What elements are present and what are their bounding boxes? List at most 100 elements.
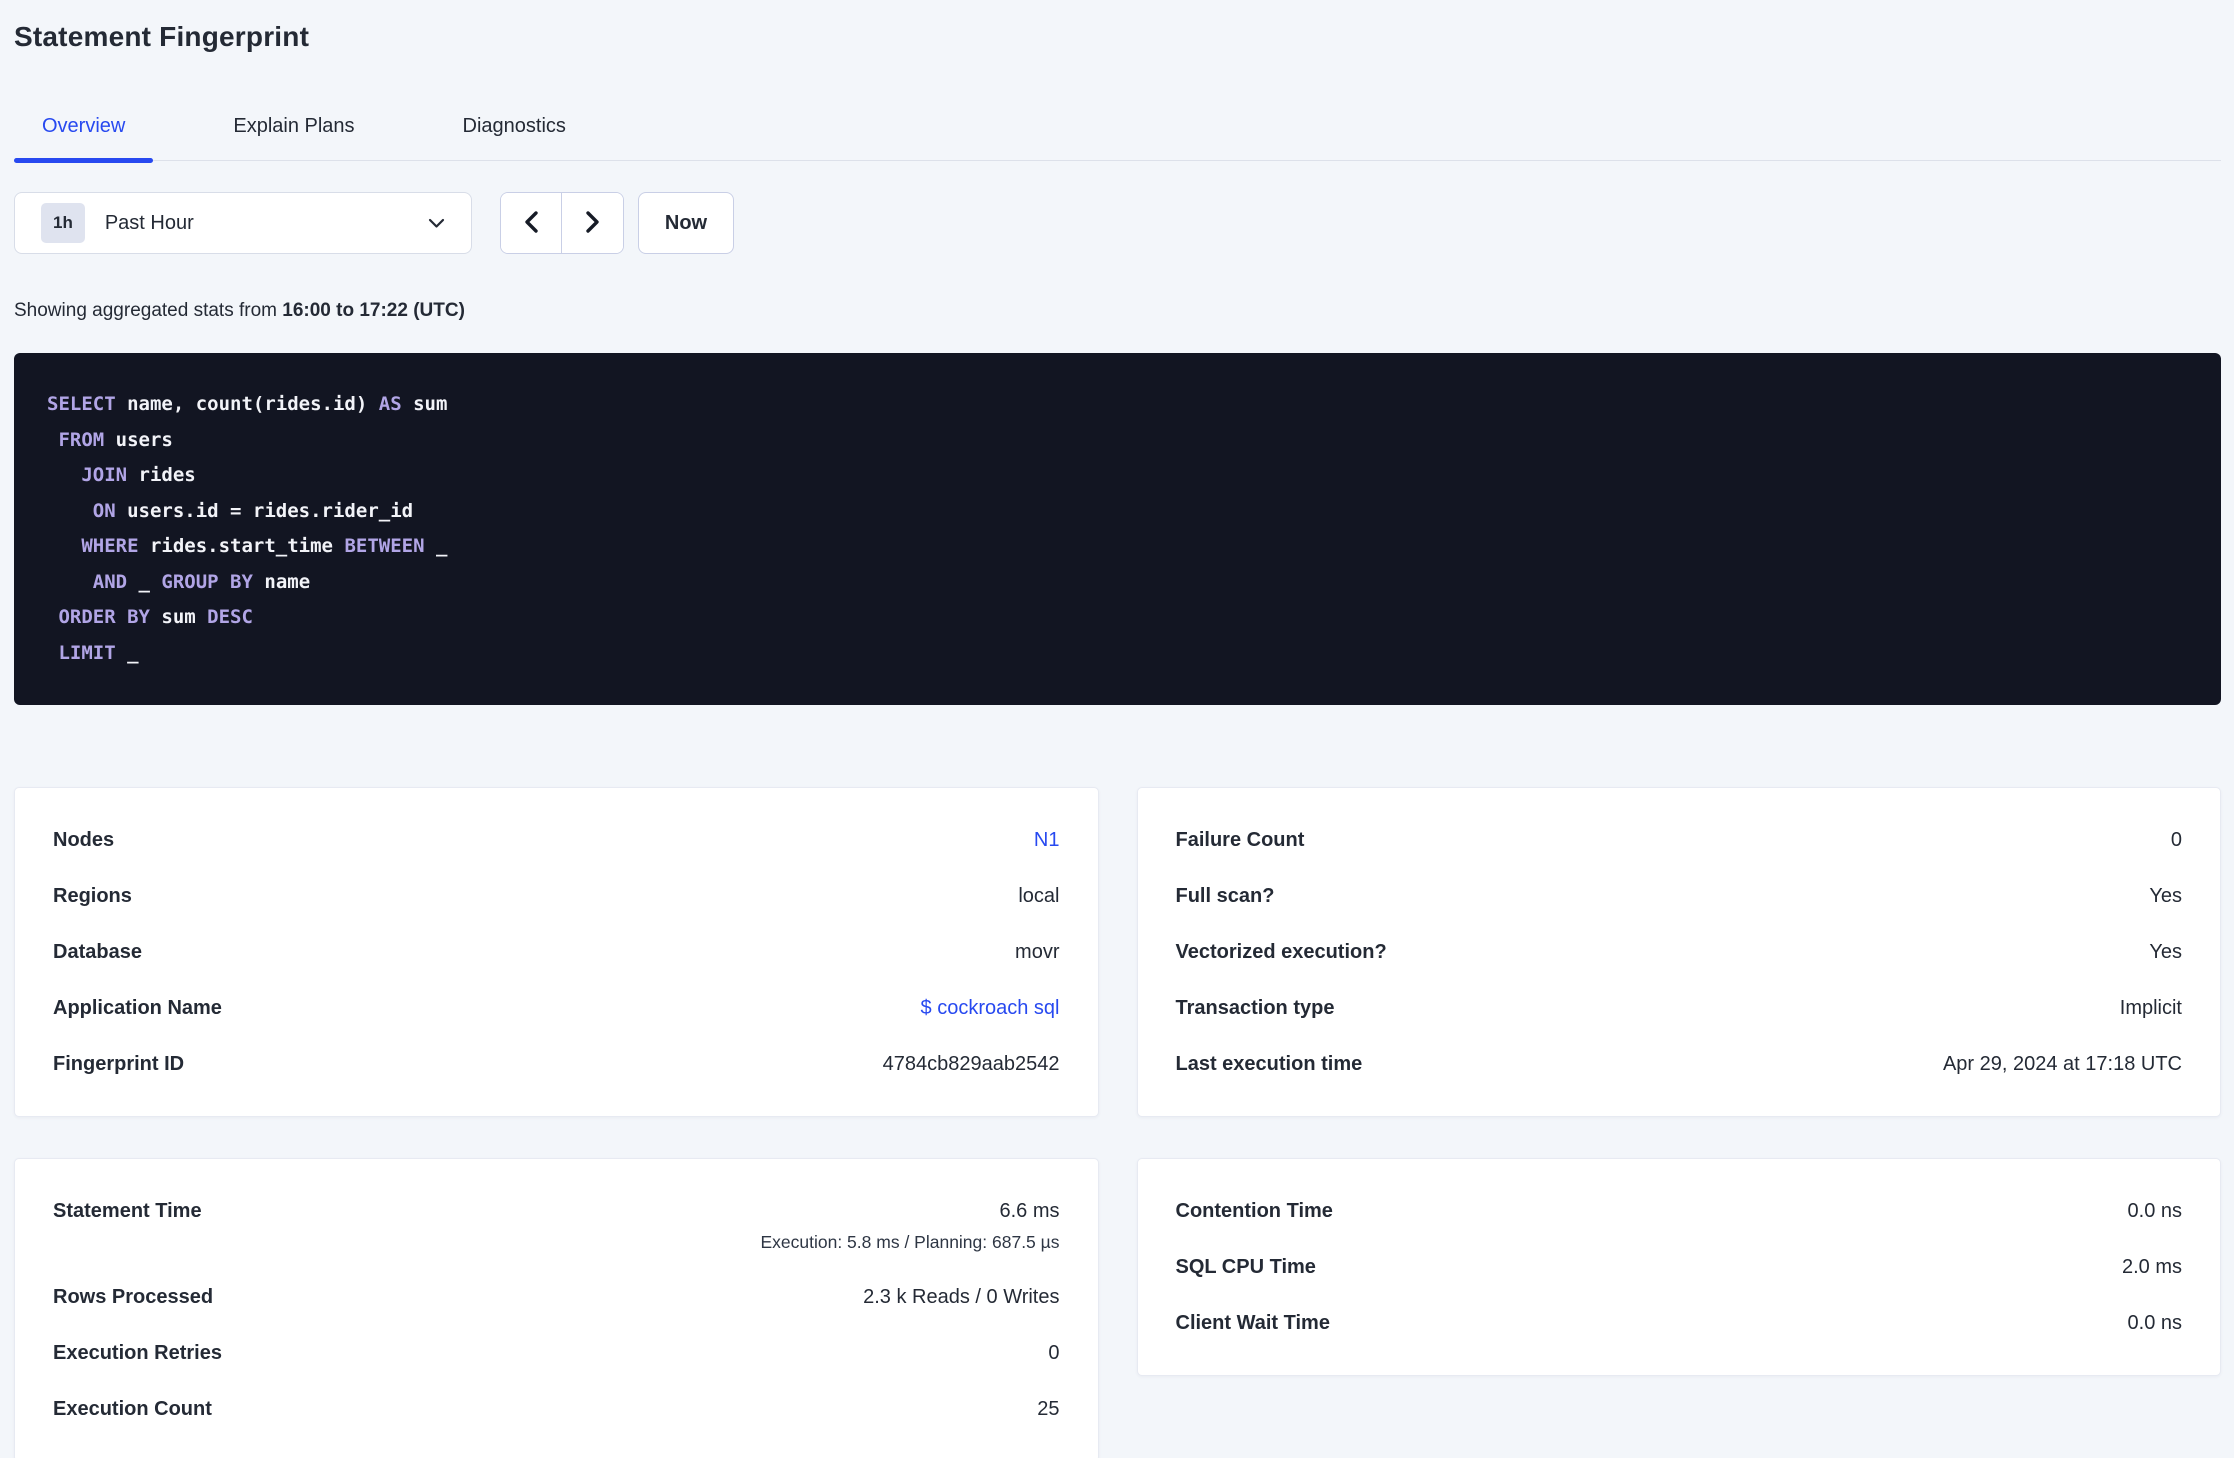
kv-row: Last execution time Apr 29, 2024 at 17:18… — [1176, 1052, 2183, 1076]
kv-row: Statement Time 6.6 ms Execution: 5.8 ms / … — [53, 1199, 1060, 1253]
full-scan-label: Full scan? — [1175, 885, 1275, 907]
sql-keyword: LIMIT — [58, 641, 116, 664]
rows-processed-label: Rows Processed — [53, 1286, 214, 1308]
nodes-value-wrap: N1 — [1034, 828, 1060, 852]
sql-text: users — [104, 428, 173, 451]
contention-time-label: Contention Time — [1175, 1200, 1333, 1222]
chevron-down-icon — [428, 218, 445, 229]
fingerprint-id-label: Fingerprint ID — [53, 1053, 185, 1075]
sql-text: _ — [424, 535, 448, 557]
transaction-type-value-wrap: Implicit — [2120, 996, 2182, 1020]
vectorized-execution-label: Vectorized execution? — [1175, 941, 1387, 963]
sql-text: _ — [127, 570, 162, 593]
kv-row: Database movr — [53, 940, 1060, 964]
sql-text: _ — [115, 641, 139, 664]
application-name-link[interactable]: $ cockroach sql — [921, 996, 1060, 1020]
application-name-value-wrap: $ cockroach sql — [921, 996, 1060, 1020]
chevron-right-icon — [585, 210, 601, 237]
tab-explain-plans[interactable]: Explain Plans — [205, 90, 382, 160]
execution-attributes-card: Failure Count 0 Full scan? Yes Vectorized ex… — [1136, 787, 2221, 1117]
statement-time-detail: Execution: 5.8 ms / Planning: 687.5 µs — [760, 1232, 1060, 1252]
execution-retries-value: 0 — [1048, 1342, 1060, 1364]
tab-bar: Overview Explain Plans Diagnostics — [14, 90, 2221, 163]
client-wait-time-value-wrap: 0.0 ns — [2128, 1311, 2182, 1335]
rows-processed-value: 2.3 k Reads / 0 Writes — [863, 1286, 1060, 1308]
sql-keyword: FROM — [58, 428, 105, 451]
sql-keyword: DESC — [207, 606, 253, 628]
page-title: Statement Fingerprint — [14, 21, 310, 52]
time-range-badge: 1h — [41, 203, 85, 243]
contention-time-value: 0.0 ns — [2127, 1200, 2182, 1222]
time-controls: 1h Past Hour Now — [14, 192, 2221, 254]
kv-row: SQL CPU Time 2.0 ms — [1176, 1255, 2183, 1279]
chevron-left-icon — [523, 210, 539, 237]
sql-statement-text: SELECT name, count(rides.id) AS sum FROM… — [47, 387, 2188, 671]
statement-times-card: Statement Time 6.6 ms Execution: 5.8 ms / … — [14, 1158, 1099, 1458]
summary-cards: Nodes N1 Regions local Database movr Applicati… — [14, 787, 2221, 1458]
application-name-label: Application Name — [53, 997, 222, 1019]
sql-text: sum — [149, 606, 208, 628]
transaction-type-value: Implicit — [2119, 997, 2182, 1019]
execution-retries-value-wrap: 0 — [1048, 1341, 1059, 1365]
kv-row: Execution Count 25 — [53, 1397, 1060, 1421]
execution-count-label: Execution Count — [53, 1398, 212, 1420]
statement-time-value: 6.6 ms — [999, 1200, 1060, 1222]
previous-time-button[interactable] — [501, 193, 562, 253]
sql-keyword: JOIN — [81, 464, 128, 486]
client-wait-time-label: Client Wait Time — [1175, 1312, 1330, 1334]
nodes-label: Nodes — [53, 829, 115, 851]
statement-time-label: Statement Time — [53, 1200, 202, 1222]
contention-time-value-wrap: 0.0 ns — [2128, 1199, 2182, 1223]
next-time-button[interactable] — [562, 193, 623, 253]
sql-text: rides — [127, 464, 196, 486]
sql-keyword: SELECT — [47, 393, 116, 415]
vectorized-execution-value-wrap: Yes — [2149, 940, 2182, 964]
tab-overview[interactable]: Overview — [14, 90, 154, 163]
kv-row: Failure Count 0 — [1176, 828, 2183, 852]
sql-keyword: ON — [92, 499, 116, 522]
kv-row: Nodes N1 — [53, 828, 1060, 852]
tab-diagnostics[interactable]: Diagnostics — [435, 90, 594, 160]
kv-row: Application Name $ cockroach sql — [53, 996, 1060, 1020]
kv-row: Rows Processed 2.3 k Reads / 0 Writes — [53, 1285, 1060, 1309]
nodes-link[interactable]: N1 — [1034, 828, 1060, 852]
aggregated-stats-prefix: Showing aggregated stats from — [14, 300, 283, 321]
time-range-dropdown[interactable]: 1h Past Hour — [14, 192, 472, 254]
sql-keyword: BETWEEN — [344, 535, 425, 557]
kv-row: Regions local — [53, 884, 1060, 908]
statement-time-value-wrap: 6.6 ms Execution: 5.8 ms / Planning: 687.… — [760, 1199, 1059, 1253]
sql-text: users.id = rides.rider_id — [115, 499, 414, 522]
now-button[interactable]: Now — [638, 192, 734, 254]
sql-text: name, count(rides.id) — [115, 393, 379, 415]
last-execution-time-value-wrap: Apr 29, 2024 at 17:18 UTC — [1943, 1052, 2182, 1076]
failure-count-value-wrap: 0 — [2171, 828, 2182, 852]
sql-statement-box: SELECT name, count(rides.id) AS sum FROM… — [14, 353, 2221, 705]
wait-times-card: Contention Time 0.0 ns SQL CPU Time 2.0 ms C… — [1136, 1158, 2221, 1376]
sql-cpu-time-value-wrap: 2.0 ms — [2122, 1255, 2182, 1279]
vectorized-execution-value: Yes — [2149, 941, 2182, 963]
last-execution-time-value: Apr 29, 2024 at 17:18 UTC — [1942, 1053, 2182, 1075]
regions-label: Regions — [53, 885, 132, 907]
kv-row: Client Wait Time 0.0 ns — [1176, 1311, 2183, 1335]
kv-row: Vectorized execution? Yes — [1176, 940, 2183, 964]
aggregated-stats-range: 16:00 to 17:22 (UTC) — [282, 300, 465, 321]
regions-value-wrap: local — [1018, 884, 1059, 908]
kv-row: Fingerprint ID 4784cb829aab2542 — [53, 1052, 1060, 1076]
sql-keyword: AND — [92, 570, 128, 593]
sql-keyword: GROUP BY — [161, 570, 253, 593]
kv-row: Execution Retries 0 — [53, 1341, 1060, 1365]
failure-count-label: Failure Count — [1175, 829, 1305, 851]
database-label: Database — [53, 941, 142, 963]
sql-text: rides.start_time — [138, 535, 345, 557]
sql-keyword: ORDER BY — [58, 606, 150, 628]
statement-details-card: Nodes N1 Regions local Database movr Applicati… — [14, 787, 1099, 1117]
time-range-label: Past Hour — [104, 211, 194, 234]
sql-cpu-time-label: SQL CPU Time — [1175, 1256, 1316, 1278]
full-scan-value-wrap: Yes — [2149, 884, 2182, 908]
